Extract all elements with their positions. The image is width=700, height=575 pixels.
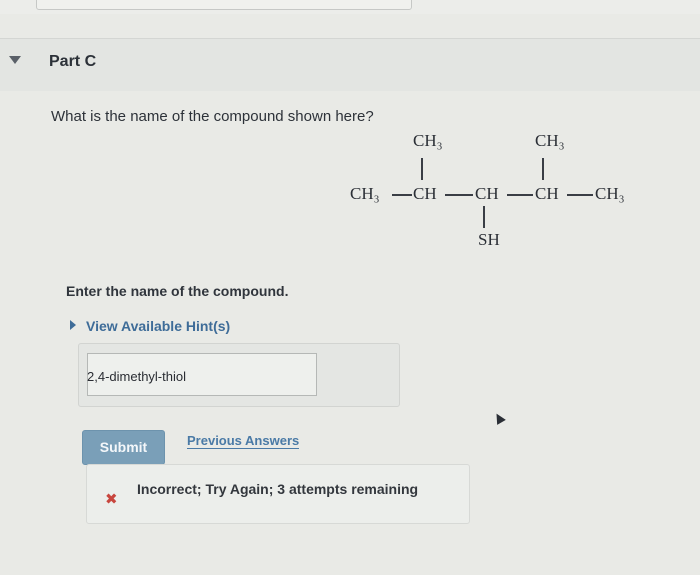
methyl-top-left: CH₃: [413, 131, 443, 150]
bond-vertical-right: [542, 158, 544, 180]
view-hints-link[interactable]: View Available Hint(s): [70, 318, 230, 334]
answer-prompt: Enter the name of the compound.: [66, 283, 289, 299]
chain-atom-5: CH₃: [595, 184, 625, 203]
methyl-top-right: CH₃: [535, 131, 565, 150]
answer-value[interactable]: 2,4-dimethyl-thiol: [87, 369, 186, 384]
chain-atom-2: CH: [413, 184, 437, 203]
hint-label: View Available Hint(s): [86, 318, 231, 334]
chain-atom-1: CH₃: [350, 184, 380, 203]
mouse-cursor-icon: [492, 411, 506, 425]
caret-down-icon[interactable]: [9, 56, 21, 64]
bond-vertical-sh: [483, 206, 485, 228]
structural-formula: CH₃ CH₃ CH₃ CH CH CH CH₃ SH: [345, 126, 645, 256]
part-title: Part C: [49, 53, 97, 70]
question-text: What is the name of the compound shown h…: [51, 108, 374, 125]
previous-answers-link[interactable]: Previous Answers: [187, 433, 300, 449]
bond-2: [445, 194, 473, 196]
bond-1: [392, 194, 412, 196]
thiol-group: SH: [478, 230, 500, 249]
triangle-right-icon: [70, 320, 76, 330]
submit-button[interactable]: Submit: [82, 430, 165, 465]
bond-vertical-left: [421, 158, 423, 180]
x-icon: ✖: [105, 491, 118, 508]
previous-part-box: [36, 0, 412, 10]
bond-4: [567, 194, 593, 196]
part-header[interactable]: [0, 38, 700, 91]
chain-atom-3: CH: [475, 184, 499, 203]
feedback-message: Incorrect; Try Again; 3 attempts remaini…: [137, 481, 419, 497]
bond-3: [507, 194, 533, 196]
chain-atom-4: CH: [535, 184, 559, 203]
